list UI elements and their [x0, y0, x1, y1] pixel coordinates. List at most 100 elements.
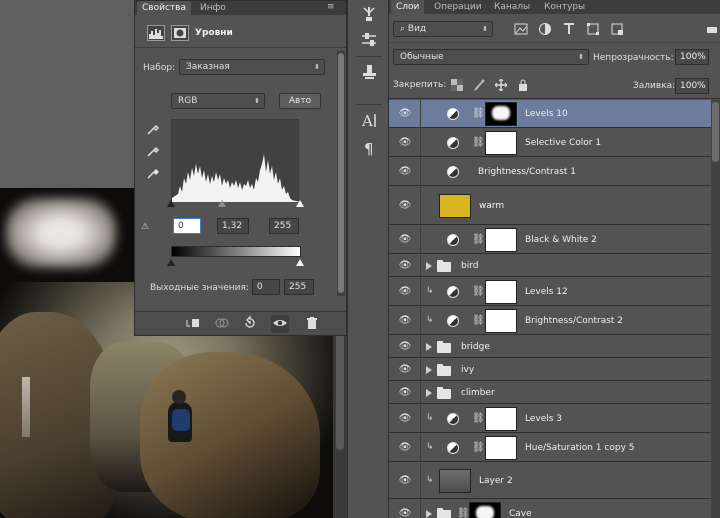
visibility-cell[interactable]: 👁: [389, 278, 421, 305]
fill-field[interactable]: 100%: [675, 78, 709, 94]
link-chain-icon[interactable]: ⛓: [472, 137, 485, 148]
eye-icon[interactable]: 👁: [398, 443, 412, 453]
layer-row[interactable]: 👁 ⛓ Levels 10: [389, 100, 720, 128]
expand-chevron-icon[interactable]: [426, 389, 432, 397]
clipping-warning-icon[interactable]: ⚠: [141, 222, 149, 232]
layer-mask-thumbnail[interactable]: [485, 102, 517, 126]
gray-point-eyedropper-icon[interactable]: [146, 144, 160, 158]
layer-row[interactable]: 👁 ↳ Layer 2: [389, 463, 720, 499]
eye-icon[interactable]: 👁: [398, 509, 412, 518]
layer-row[interactable]: 👁 ↳ ⛓ Hue/Saturation 1 copy 5: [389, 434, 720, 462]
visibility-cell[interactable]: 👁: [389, 100, 421, 127]
layer-mask-thumbnail[interactable]: [485, 436, 517, 460]
eye-icon[interactable]: 👁: [398, 316, 412, 326]
layer-row[interactable]: 👁 ⛓ Cave: [389, 500, 720, 518]
eye-icon[interactable]: 👁: [398, 167, 412, 177]
link-chain-icon[interactable]: ⛓: [472, 315, 485, 326]
filter-type-icon[interactable]: [561, 21, 577, 37]
visibility-cell[interactable]: 👁: [389, 226, 421, 253]
eye-icon[interactable]: 👁: [398, 287, 412, 297]
link-chain-icon[interactable]: ⛓: [472, 442, 485, 453]
layer-mask-icon[interactable]: [171, 25, 189, 41]
layer-row[interactable]: 👁 bridge: [389, 336, 720, 358]
lock-image-pixels-icon[interactable]: [473, 79, 485, 91]
tool-presets-icon[interactable]: [359, 62, 379, 82]
input-gamma-field[interactable]: 1,32: [217, 218, 249, 234]
layer-row[interactable]: 👁 ↳ ⛓ Brightness/Contrast 2: [389, 307, 720, 335]
reset-icon[interactable]: [241, 315, 259, 333]
character-panel-icon[interactable]: A: [359, 110, 379, 130]
input-white-field[interactable]: 255: [269, 218, 299, 234]
tab-channels[interactable]: Каналы: [489, 0, 535, 14]
lock-transparent-pixels-icon[interactable]: [451, 79, 463, 91]
visibility-cell[interactable]: 👁: [389, 405, 421, 432]
layer-thumbnail[interactable]: [439, 469, 471, 493]
tab-paths[interactable]: Контуры: [539, 0, 590, 14]
eye-icon[interactable]: 👁: [398, 414, 412, 424]
layer-row[interactable]: 👁 ⛓ Selective Color 1: [389, 129, 720, 157]
eye-icon[interactable]: 👁: [398, 138, 412, 148]
link-chain-icon[interactable]: ⛓: [472, 286, 485, 297]
layer-mask-thumbnail[interactable]: [485, 280, 517, 304]
eye-icon[interactable]: 👁: [398, 201, 412, 211]
adjustments-sliders-icon[interactable]: [359, 30, 379, 50]
filter-pixel-icon[interactable]: [513, 21, 529, 37]
layer-row[interactable]: 👁 ivy: [389, 359, 720, 381]
toggle-visibility-eye-icon[interactable]: [271, 315, 289, 333]
eye-icon[interactable]: 👁: [398, 109, 412, 119]
layer-row[interactable]: 👁 ↳ ⛓ Levels 12: [389, 278, 720, 306]
filter-shape-icon[interactable]: [585, 21, 601, 37]
input-black-slider[interactable]: [167, 200, 175, 207]
channel-dropdown[interactable]: RGB ⬍: [171, 93, 265, 109]
expand-chevron-icon[interactable]: [426, 343, 432, 351]
expand-chevron-icon[interactable]: [426, 366, 432, 374]
input-white-slider[interactable]: [296, 200, 304, 207]
expand-chevron-icon[interactable]: [426, 262, 432, 270]
link-chain-icon[interactable]: ⛓: [472, 413, 485, 424]
visibility-cell[interactable]: 👁: [389, 158, 421, 185]
tab-info[interactable]: Инфо: [195, 1, 231, 15]
lock-all-icon[interactable]: [517, 79, 529, 91]
panel-menu-icon[interactable]: ≡: [327, 2, 335, 12]
opacity-field[interactable]: 100%: [675, 49, 709, 65]
visibility-cell[interactable]: 👁: [389, 129, 421, 156]
tab-properties[interactable]: Свойства: [137, 1, 191, 15]
layer-row[interactable]: 👁 ↳ ⛓ Levels 3: [389, 405, 720, 433]
tab-layers[interactable]: Слои: [391, 0, 425, 14]
layer-row[interactable]: 👁 climber: [389, 382, 720, 404]
view-previous-state-icon[interactable]: [213, 315, 231, 333]
layer-row[interactable]: 👁 bird: [389, 255, 720, 277]
group-mask-thumbnail[interactable]: [469, 502, 501, 518]
visibility-cell[interactable]: 👁: [389, 382, 421, 403]
layer-mask-thumbnail[interactable]: [485, 131, 517, 155]
layer-row[interactable]: 👁 ⛓ Black & White 2: [389, 226, 720, 254]
filter-kind-dropdown[interactable]: ⌕ Вид ⬍: [393, 21, 493, 37]
eye-icon[interactable]: 👁: [398, 342, 412, 352]
visibility-cell[interactable]: 👁: [389, 307, 421, 334]
auto-button[interactable]: Авто: [279, 93, 321, 109]
layer-mask-thumbnail[interactable]: [485, 228, 517, 252]
properties-scrollbar-thumb[interactable]: [338, 53, 344, 293]
layer-mask-thumbnail[interactable]: [485, 309, 517, 333]
tab-actions[interactable]: Операции: [429, 0, 487, 14]
paragraph-panel-icon[interactable]: ¶: [359, 138, 379, 158]
preset-dropdown[interactable]: Заказная ⬍: [179, 59, 325, 75]
visibility-cell[interactable]: 👁: [389, 359, 421, 380]
visibility-cell[interactable]: 👁: [389, 434, 421, 461]
history-brush-icon[interactable]: [359, 4, 379, 24]
input-black-field[interactable]: 0: [173, 218, 201, 234]
blend-mode-dropdown[interactable]: Обычные ⬍: [393, 49, 589, 65]
layers-scrollbar[interactable]: [711, 100, 720, 518]
layers-scrollbar-thumb[interactable]: [712, 102, 719, 162]
eye-icon[interactable]: 👁: [398, 261, 412, 271]
visibility-cell[interactable]: 👁: [389, 255, 421, 276]
filter-smart-object-icon[interactable]: [609, 21, 625, 37]
input-gamma-slider[interactable]: [218, 200, 226, 207]
visibility-cell[interactable]: 👁: [389, 463, 421, 498]
eye-icon[interactable]: 👁: [398, 365, 412, 375]
trash-icon[interactable]: [303, 315, 321, 333]
eye-icon[interactable]: 👁: [398, 388, 412, 398]
filter-toggle[interactable]: [707, 27, 717, 33]
eye-icon[interactable]: 👁: [398, 476, 412, 486]
link-chain-icon[interactable]: ⛓: [457, 508, 470, 518]
